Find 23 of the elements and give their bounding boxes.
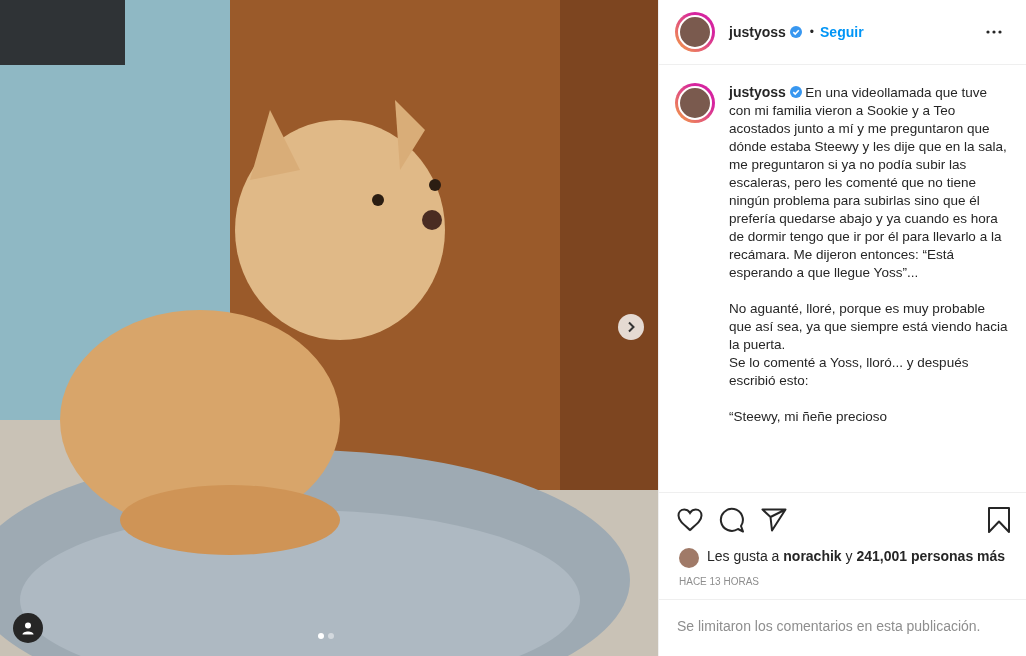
avatar[interactable] xyxy=(675,12,715,52)
timestamp: HACE 13 HORAS xyxy=(659,568,1026,600)
comments-limited-notice: Se limitaron los comentarios en esta publicación. xyxy=(676,617,982,636)
chevron-right-icon xyxy=(626,321,636,333)
verified-badge-icon xyxy=(789,26,802,38)
heart-icon[interactable] xyxy=(677,508,703,532)
carousel-dot[interactable] xyxy=(318,633,324,639)
separator-dot: • xyxy=(809,25,814,39)
avatar[interactable] xyxy=(675,83,715,123)
comment-icon[interactable] xyxy=(719,507,745,533)
verified-badge-icon xyxy=(789,86,802,98)
carousel-dot[interactable] xyxy=(328,633,334,639)
likes-text: Les gusta a norachik y 241,001 personas más xyxy=(707,547,1006,565)
username-link[interactable]: justyoss xyxy=(729,84,786,100)
bookmark-icon[interactable] xyxy=(988,507,1010,533)
more-options-icon[interactable] xyxy=(986,30,1002,34)
username[interactable]: justyoss xyxy=(729,24,786,40)
caption-text: “Steewy, mi ñeñe precioso xyxy=(729,408,889,426)
avatar[interactable] xyxy=(679,548,699,568)
caption-text: justyoss En una videollamada que tuve con mi familia vieron a Sookie y a Teo acostados junto a mí y me preguntaron que dónde estaba Steewy y les dije que en la sala, me preguntaron si ya no podía subir las escaleras, pero les comenté que no tiene ningún problema para subirlas sino que él prefería quedarse abajo y ya cuando es hora de dormir tengo que ir por él para llevarlo a la recámara. Me dijeron entonces: “Está esperando a que llegue Yoss”... xyxy=(729,83,1008,282)
person-icon xyxy=(21,621,35,635)
caption-text: No aguanté, lloré, porque es muy probable que así sea, ya que siempre está viendo hacia la puerta. Se lo comenté a Yoss, lloró... y después escribió esto: xyxy=(729,300,1009,390)
paper-plane-icon[interactable] xyxy=(761,508,787,532)
